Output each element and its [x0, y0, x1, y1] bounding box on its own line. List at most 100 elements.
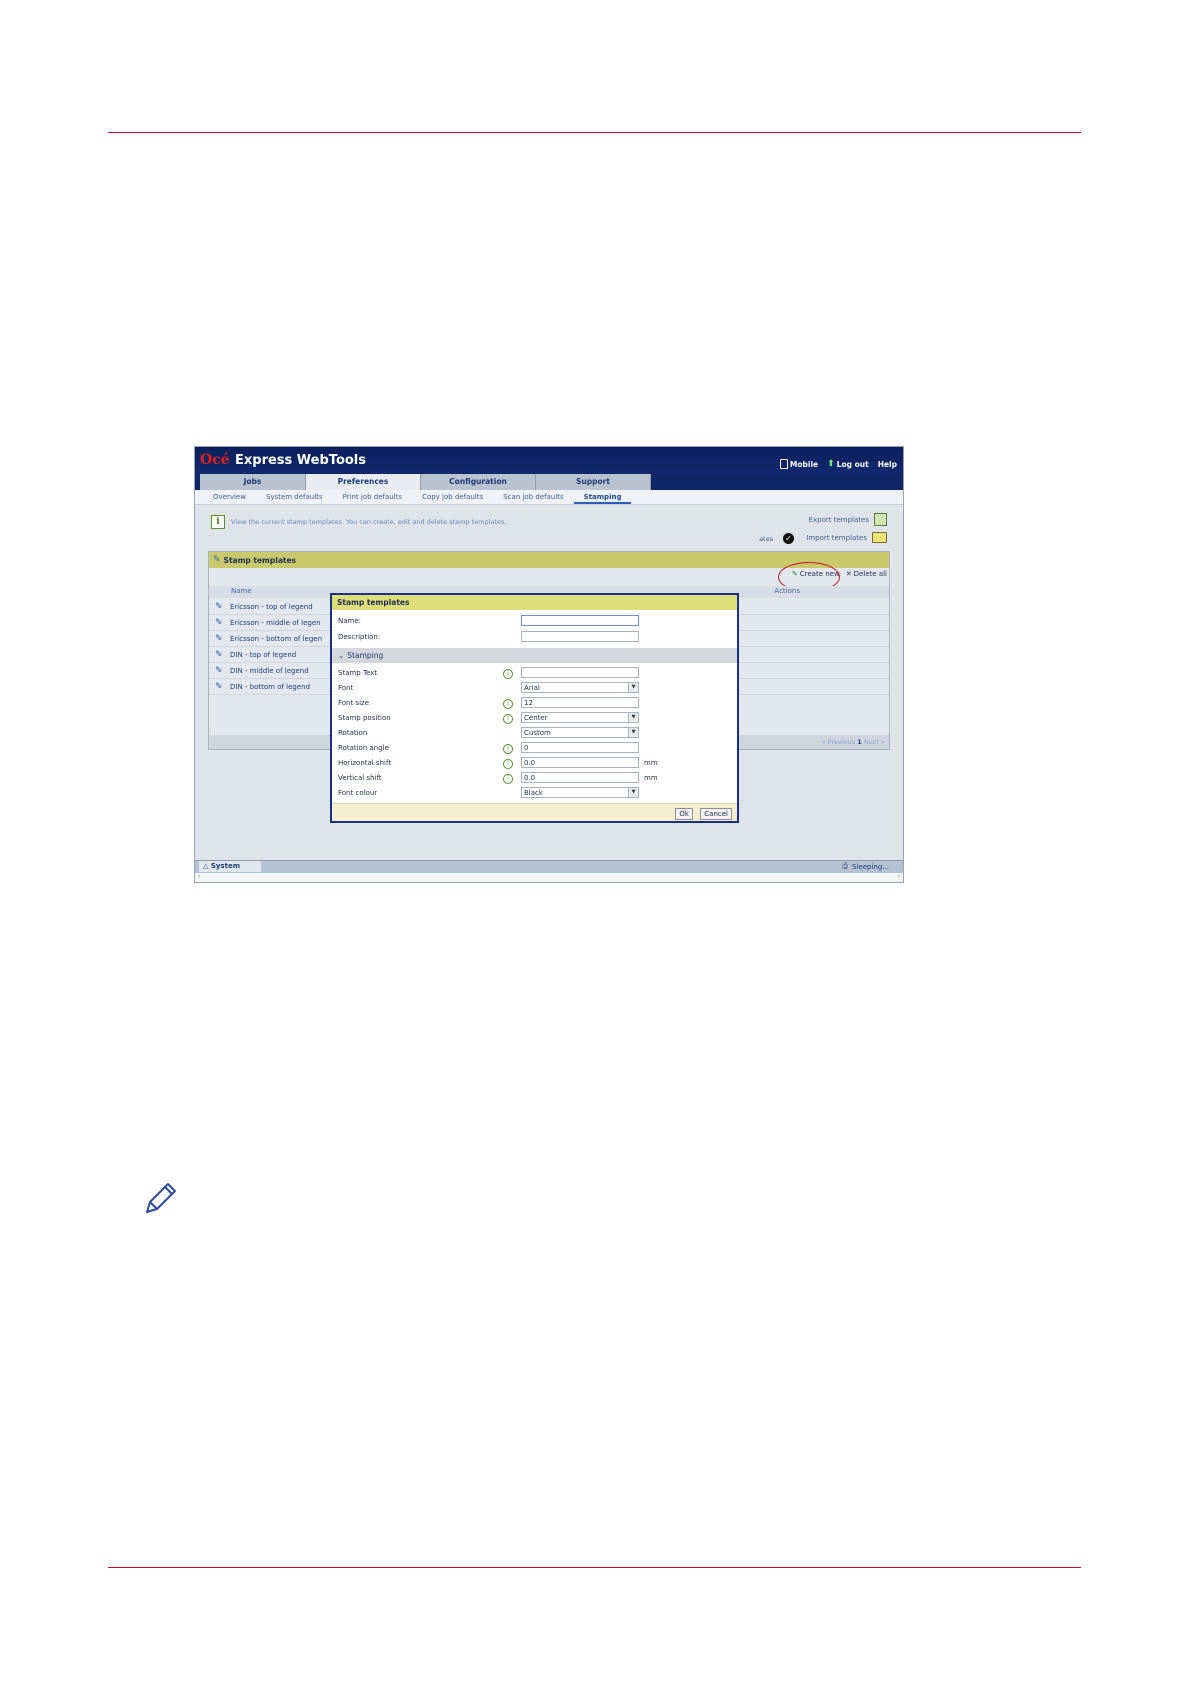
info-icon[interactable]: i [503, 744, 513, 754]
row-label: Ericsson - top of legend [230, 602, 313, 611]
mobile-link[interactable]: Mobile [779, 459, 818, 469]
chevron-down-icon: ▼ [628, 683, 638, 692]
row-label: DIN - bottom of legend [230, 682, 311, 691]
status-indicators: ⎙ Sleeping... [842, 862, 889, 871]
warning-icon: △ [203, 862, 209, 870]
tab-support[interactable]: Support [536, 474, 651, 490]
status-bar: △ System ⎙ Sleeping... [195, 860, 903, 873]
description-input[interactable] [521, 631, 639, 642]
font-select[interactable]: Arial ▼ [521, 682, 639, 693]
stamp-template-dialog: Stamp templates Name: Description: ⌄ Sta… [330, 593, 739, 823]
chevron-down-icon: ▼ [628, 728, 638, 737]
import-templates-label: Import templates [806, 533, 867, 542]
export-icon [874, 513, 887, 526]
vertical-shift-input[interactable]: 0.0 [521, 772, 639, 783]
scroll-left-icon[interactable]: ‹ [198, 873, 200, 880]
info-icon[interactable]: i [503, 759, 513, 769]
printer-status-icon: ⎙ [842, 862, 849, 870]
app-title: Express WebTools [235, 453, 366, 468]
subtab-scan-job-defaults[interactable]: Scan job defaults [493, 490, 573, 504]
stamp-icon: ✎ [215, 665, 223, 676]
panel-title: ✎ Stamp templates [213, 555, 296, 565]
subtab-copy-job-defaults[interactable]: Copy job defaults [412, 490, 493, 504]
horizontal-shift-input[interactable]: 0.0 [521, 757, 639, 768]
cancel-button[interactable]: Cancel [700, 808, 732, 820]
info-text: View the current stamp templates. You ca… [231, 518, 507, 526]
font-size-input[interactable]: 12 [521, 697, 639, 708]
stamp-icon: ✎ [215, 601, 223, 612]
font-value: Arial [524, 684, 540, 692]
stamp-position-select[interactable]: Center ▼ [521, 712, 639, 723]
stamp-text-row: Stamp Text i [338, 667, 733, 681]
delete-all-button[interactable]: ✕ Delete all [846, 570, 887, 578]
main-tabs: Jobs Preferences Configuration Support [195, 473, 903, 490]
pencil-note-icon [146, 1183, 176, 1213]
info-icon[interactable]: i [503, 669, 513, 679]
description-label: Description: [338, 633, 381, 641]
import-templates-link[interactable]: Import templates [806, 532, 887, 543]
rotation-select[interactable]: Custom ▼ [521, 727, 639, 738]
pager-next[interactable]: Next » [864, 738, 885, 746]
pager-previous[interactable]: « Previous [822, 738, 856, 746]
subtab-print-job-defaults[interactable]: Print job defaults [333, 490, 413, 504]
font-size-row: Font size i 12 [338, 697, 733, 711]
row-label: DIN - top of legend [230, 650, 297, 659]
header-links: Mobile ⬆ Log out Help [779, 459, 897, 469]
mobile-icon [779, 459, 788, 469]
stamp-position-value: Center [524, 714, 548, 722]
oce-logo: Océ [200, 452, 230, 468]
horizontal-scrollbar[interactable]: ‹ › [195, 873, 903, 882]
subtab-system-defaults[interactable]: System defaults [256, 490, 333, 504]
font-colour-label: Font colour [338, 789, 378, 797]
delete-icon: ✕ [845, 570, 852, 578]
info-icon[interactable]: i [503, 699, 513, 709]
name-label: Name: [338, 617, 362, 625]
horizontal-shift-unit: mm [644, 759, 658, 767]
tab-configuration[interactable]: Configuration [421, 474, 536, 490]
column-actions: Actions [774, 587, 800, 595]
name-input[interactable] [521, 615, 639, 626]
rotation-angle-input[interactable]: 0 [521, 742, 639, 753]
rotation-angle-row: Rotation angle i 0 [338, 742, 733, 756]
rotation-label: Rotation [338, 729, 368, 737]
logout-link[interactable]: ⬆ Log out [827, 459, 869, 469]
stamp-position-label: Stamp position [338, 714, 391, 722]
chevron-down-icon: ▼ [628, 713, 638, 722]
template-links: Export templates Import templates [806, 513, 887, 543]
content-area: i View the current stamp templates. You … [197, 505, 901, 860]
ok-button[interactable]: Ok [675, 808, 693, 820]
horizontal-shift-row: Horizontal shift i 0.0 mm [338, 757, 733, 771]
row-label: Ericsson - middle of legen [230, 618, 321, 627]
subtab-stamping[interactable]: Stamping [573, 490, 632, 504]
rotation-angle-label: Rotation angle [338, 744, 389, 752]
row-label: Ericsson - bottom of legen [230, 634, 323, 643]
font-colour-value: Black [524, 789, 543, 797]
scroll-right-icon[interactable]: › [898, 873, 900, 880]
name-row: Name: [338, 615, 733, 629]
section-title: ⌄ Stamping [338, 651, 383, 660]
tab-preferences[interactable]: Preferences [306, 474, 421, 490]
rotation-value: Custom [524, 729, 551, 737]
horizontal-shift-label: Horizontal shift [338, 759, 392, 767]
tab-jobs[interactable]: Jobs [200, 474, 306, 490]
subtab-overview[interactable]: Overview [195, 490, 256, 504]
stamp-text-label: Stamp Text [338, 669, 378, 677]
pager-current: 1 [857, 738, 862, 746]
stamping-section[interactable]: ⌄ Stamping [332, 648, 737, 663]
font-colour-select[interactable]: Black ▼ [521, 787, 639, 798]
rotation-row: Rotation Custom ▼ [338, 727, 733, 741]
section-title-text: Stamping [347, 651, 384, 660]
bottom-divider-line [108, 1567, 1081, 1568]
partial-link-text: ates [759, 535, 773, 543]
dialog-footer: Ok Cancel [332, 803, 737, 821]
export-templates-link[interactable]: Export templates [809, 513, 887, 526]
stamp-text-input[interactable] [521, 667, 639, 678]
info-icon[interactable]: i [503, 774, 513, 784]
logout-link-label: Log out [836, 459, 869, 469]
stamp-icon: ✎ [215, 633, 223, 644]
check-icon: ✓ [783, 533, 794, 544]
system-tab[interactable]: △ System [199, 861, 261, 872]
help-link[interactable]: Help [878, 460, 897, 469]
vertical-shift-row: Vertical shift i 0.0 mm [338, 772, 733, 786]
info-icon[interactable]: i [503, 714, 513, 724]
